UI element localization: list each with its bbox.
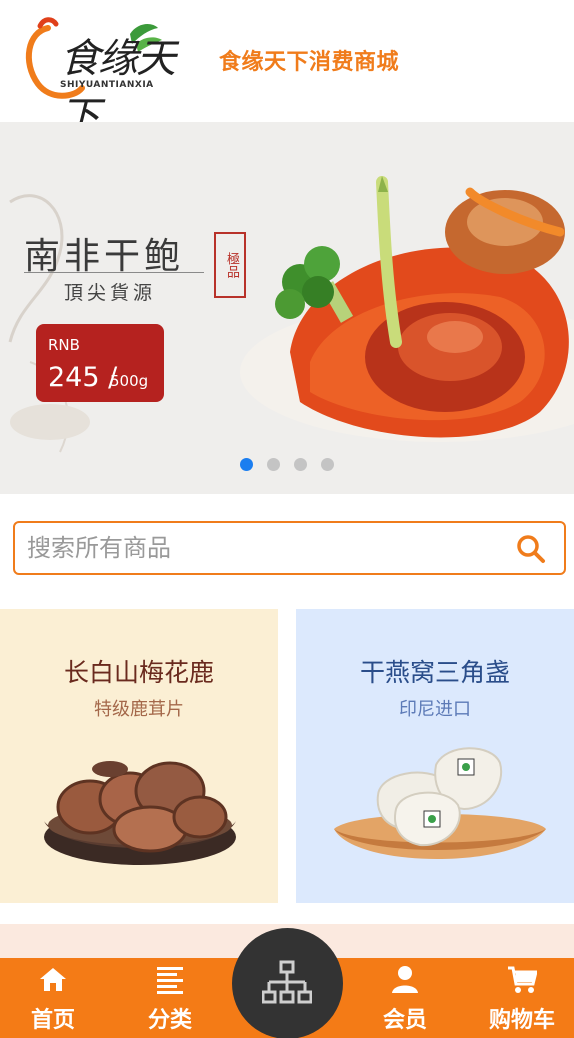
cart-icon [508, 966, 537, 993]
product-subtitle: 特级鹿茸片 [94, 699, 184, 720]
price-unit: 500g [110, 372, 149, 390]
price-tag: RNB 245 / 500g [36, 324, 164, 402]
product-title: 长白山梅花鹿 [63, 658, 214, 687]
price-value: 245 / [48, 362, 118, 393]
member-icon [392, 966, 418, 993]
deer-antler-image [44, 761, 236, 865]
promo-banner[interactable]: 南非干鲍 頂尖貨源 極品 RNB 245 / 500g [0, 122, 574, 494]
nav-cart-label: 购物车 [488, 1008, 555, 1033]
nav-cart[interactable]: 购物车 [482, 958, 562, 1038]
logo[interactable]: 食缘天下 SHIYUANTIANXIA [20, 14, 188, 140]
search-icon[interactable] [516, 534, 546, 564]
nav-category-label: 分类 [147, 1008, 192, 1033]
search-input[interactable] [27, 533, 497, 563]
page: 食缘天下 SHIYUANTIANXIA 食缘天下消费商城 南非干鲍 頂尖貨源 極… [0, 0, 574, 1038]
sitemap-icon [262, 960, 312, 1004]
logo-subtext: SHIYUANTIANXIA [60, 80, 154, 90]
product-subtitle: 印尼进口 [399, 699, 471, 720]
carousel-dot[interactable] [240, 458, 253, 471]
nav-member[interactable]: 会员 [365, 958, 445, 1038]
header: 食缘天下 SHIYUANTIANXIA 食缘天下消费商城 [0, 0, 574, 140]
center-sitemap-button[interactable] [232, 928, 343, 1038]
carousel-dots [0, 458, 574, 471]
nav-home-label: 首页 [30, 1008, 75, 1033]
product-title: 干燕窝三角盏 [359, 658, 510, 687]
store-title: 食缘天下消费商城 [219, 50, 400, 75]
bird-nest-image [334, 747, 546, 859]
banner-subtitle: 頂尖貨源 [64, 282, 157, 304]
home-icon [40, 968, 66, 991]
product-card-bird-nest[interactable]: 干燕窝三角盏 印尼进口 [296, 609, 574, 903]
seal-stamp: 極品 [214, 232, 246, 298]
carousel-dot[interactable] [321, 458, 334, 471]
price-currency: RNB [48, 336, 80, 354]
nav-member-label: 会员 [382, 1008, 427, 1033]
carousel-dot[interactable] [267, 458, 280, 471]
product-card-deer-antler[interactable]: 长白山梅花鹿 特级鹿茸片 [0, 609, 278, 903]
carousel-dot[interactable] [294, 458, 307, 471]
banner-abalone-image [8, 176, 574, 453]
category-list-icon [157, 967, 183, 994]
search-bar [13, 521, 566, 575]
nav-home[interactable]: 首页 [13, 958, 93, 1038]
banner-divider [24, 272, 204, 273]
nav-category[interactable]: 分类 [130, 958, 210, 1038]
